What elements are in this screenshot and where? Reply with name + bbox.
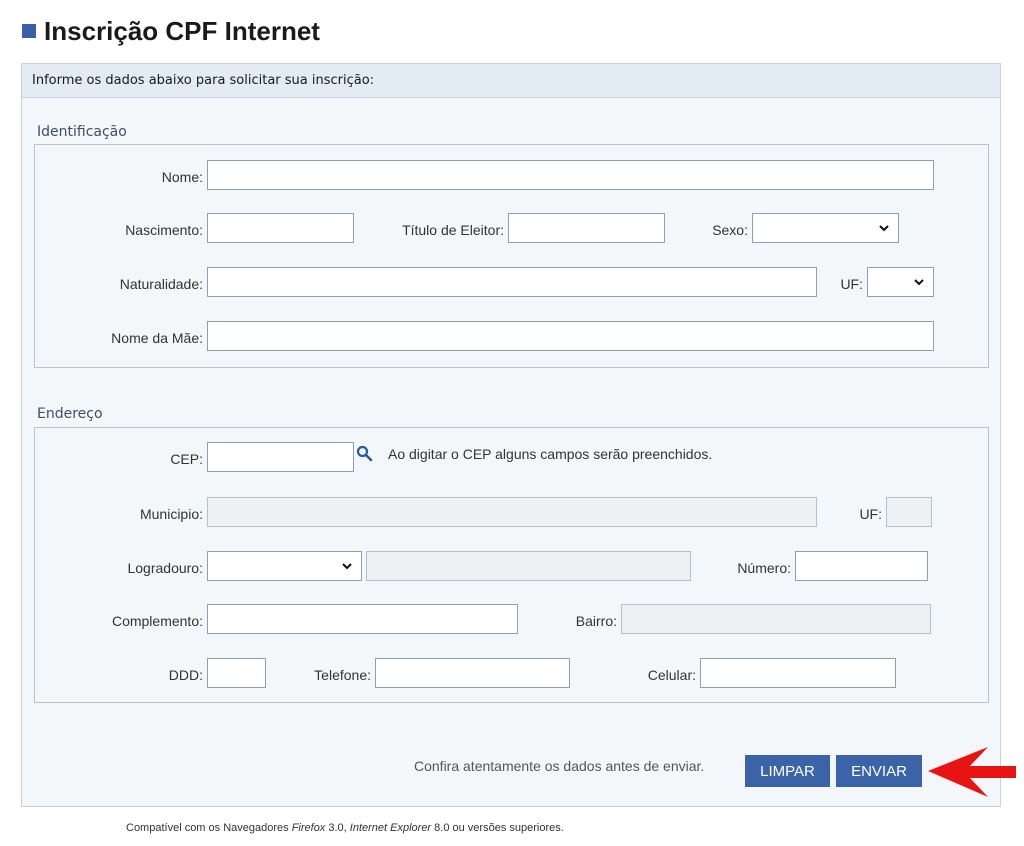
telefone-label: Telefone: [314,667,371,683]
numero-input[interactable] [795,551,928,581]
logradouro-label: Logradouro: [127,560,203,576]
nome-label: Nome: [161,169,203,185]
page-title: Inscrição CPF Internet [22,14,320,48]
sexo-select[interactable] [752,213,899,243]
nome-mae-input[interactable] [207,321,934,351]
titulo-eleitor-label: Título de Eleitor: [402,222,504,238]
title-square-icon [22,24,36,38]
chevron-down-icon [342,563,352,570]
bairro-input [621,604,931,634]
cep-hint: Ao digitar o CEP alguns campos serão pre… [388,446,713,462]
nascimento-input[interactable] [207,213,354,243]
sexo-label: Sexo: [712,222,748,238]
red-arrow-icon [928,747,1016,797]
ddd-input[interactable] [207,658,266,688]
telefone-input[interactable] [375,658,570,688]
logradouro-tipo-select[interactable] [207,551,362,581]
uf-select[interactable] [867,267,934,297]
complemento-label: Complemento: [111,613,203,629]
ddd-label: DDD: [168,667,203,683]
logradouro-input [366,551,691,581]
identificacao-legend: Identificação [37,124,127,140]
limpar-button[interactable]: LIMPAR [745,755,830,787]
numero-label: Número: [737,560,791,576]
chevron-down-icon [914,279,924,286]
confirm-text: Confira atentamente os dados antes de en… [414,758,705,774]
enviar-button[interactable]: ENVIAR [836,755,922,787]
celular-label: Celular: [647,667,696,683]
nome-input[interactable] [207,160,934,190]
chevron-down-icon [879,225,889,232]
nome-mae-label: Nome da Mãe: [111,330,203,346]
complemento-input[interactable] [207,604,518,634]
cep-label: CEP: [170,451,203,467]
naturalidade-label: Naturalidade: [119,276,203,292]
municipio-label: Municipio: [139,506,203,522]
panel-header: Informe os dados abaixo para solicitar s… [22,64,1000,98]
uf-endereco-label: UF: [859,506,882,522]
footer-compat-text: Compatível com os Navegadores Firefox 3.… [126,822,564,834]
uf-endereco-input [886,497,932,527]
uf-label: UF: [840,276,863,292]
endereco-legend: Endereço [37,406,103,422]
nascimento-label: Nascimento: [125,222,203,238]
celular-input[interactable] [700,658,896,688]
municipio-input [207,497,817,527]
bairro-label: Bairro: [575,613,617,629]
search-icon[interactable] [356,445,373,462]
titulo-eleitor-input[interactable] [508,213,665,243]
cep-input[interactable] [207,442,354,472]
naturalidade-input[interactable] [207,267,817,297]
